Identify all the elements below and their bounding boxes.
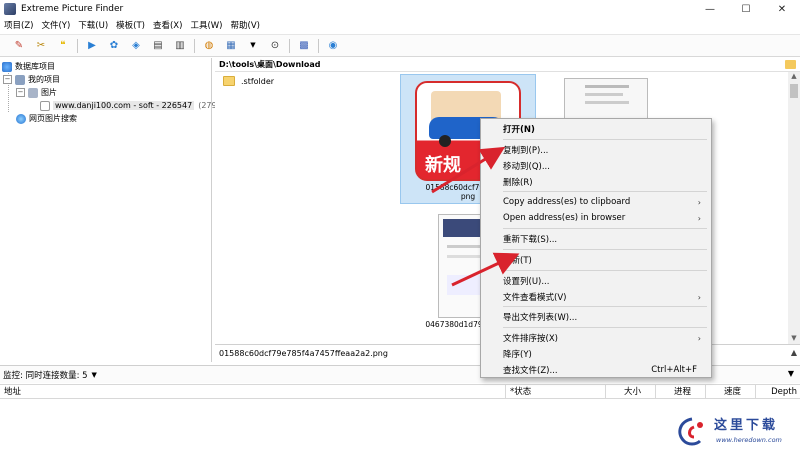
watermark-logo-icon xyxy=(678,417,703,446)
arrow-to-copy xyxy=(431,146,506,194)
watermark-title: 这里下载 xyxy=(714,418,779,433)
arrow-to-refresh xyxy=(451,252,520,287)
annotation-arrows xyxy=(431,146,520,287)
watermark: 这里下载 www.heredown.com xyxy=(672,412,800,452)
watermark-url: www.heredown.com xyxy=(716,436,782,444)
